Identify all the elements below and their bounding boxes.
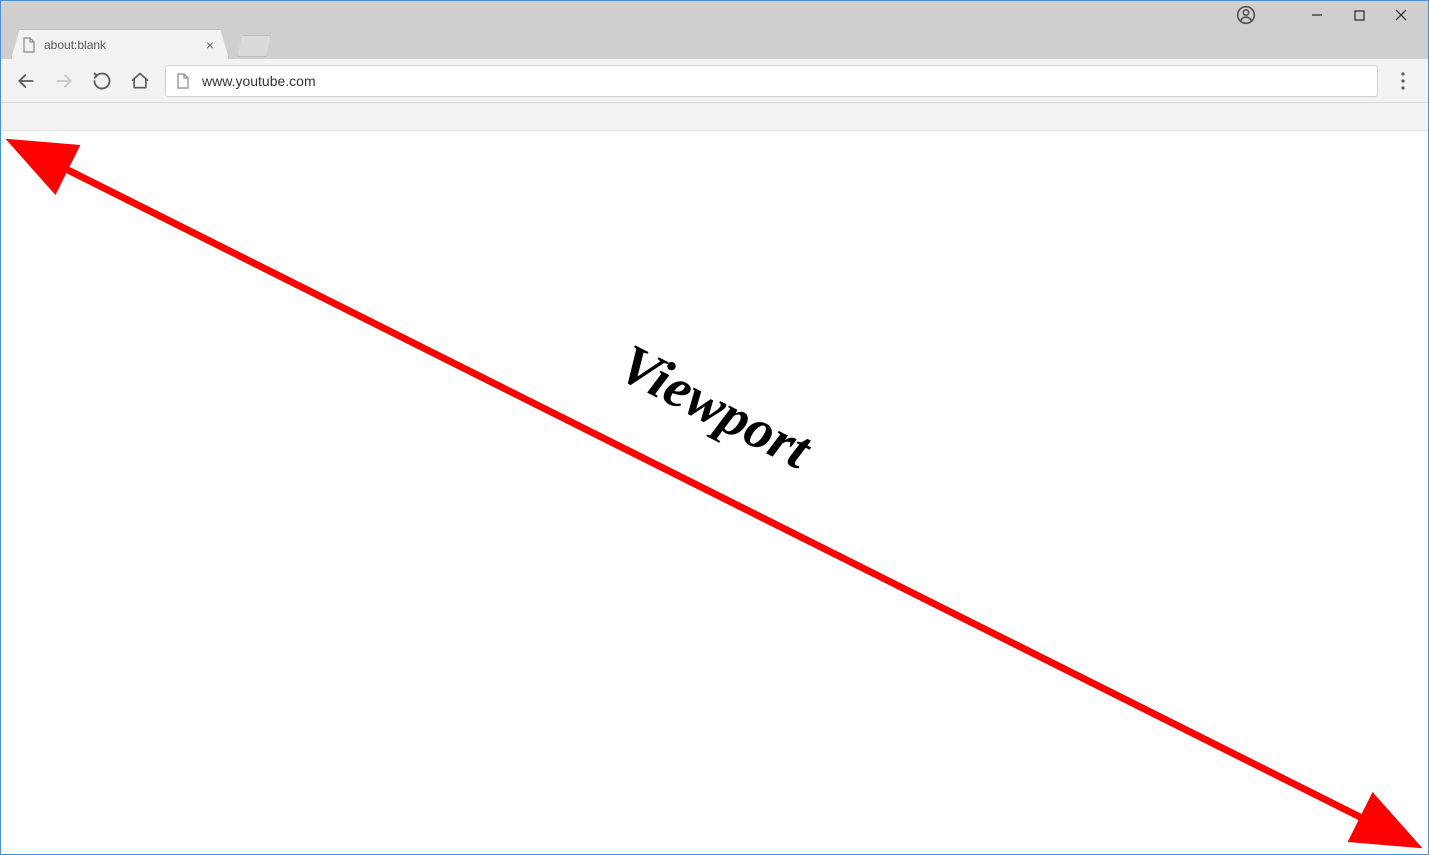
- tab-strip: about:blank ×: [1, 29, 1428, 59]
- window-titlebar: [1, 1, 1428, 29]
- close-window-button[interactable]: [1380, 3, 1422, 27]
- user-profile-icon[interactable]: [1236, 5, 1256, 25]
- browser-window: about:blank ×: [0, 0, 1429, 855]
- tab-title: about:blank: [44, 38, 202, 52]
- forward-button[interactable]: [51, 68, 77, 94]
- address-bar[interactable]: [165, 65, 1378, 97]
- viewport-annotation-label: Viewport: [608, 331, 820, 481]
- titlebar-controls: [1236, 3, 1422, 27]
- home-button[interactable]: [127, 68, 153, 94]
- diagonal-arrow-annotation: [2, 133, 1427, 853]
- url-input[interactable]: [200, 72, 1367, 90]
- reload-button[interactable]: [89, 68, 115, 94]
- close-tab-icon[interactable]: ×: [202, 37, 218, 53]
- browser-tab[interactable]: about:blank ×: [11, 29, 229, 59]
- back-button[interactable]: [13, 68, 39, 94]
- file-icon: [22, 37, 36, 53]
- page-info-icon[interactable]: [176, 73, 190, 89]
- browser-menu-button[interactable]: [1390, 68, 1416, 94]
- maximize-button[interactable]: [1338, 3, 1380, 27]
- toolbar-bottom-strip: [1, 103, 1428, 131]
- navigation-toolbar: [1, 59, 1428, 103]
- new-tab-button[interactable]: [237, 35, 271, 57]
- page-viewport: Viewport: [2, 133, 1427, 853]
- minimize-button[interactable]: [1296, 3, 1338, 27]
